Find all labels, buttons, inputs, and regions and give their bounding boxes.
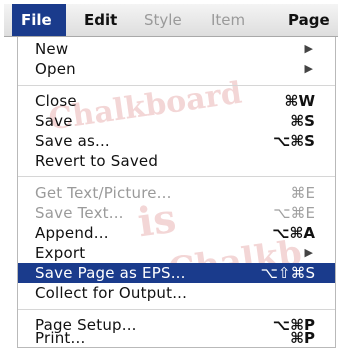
- menu-item-save-page-as-eps[interactable]: Save Page as EPS... ⌥⇧⌘S: [18, 263, 335, 283]
- menu-item-label: Save Page as EPS...: [35, 264, 186, 282]
- shortcut-label: ⌥⌘A: [272, 224, 315, 242]
- menu-item-get-text-picture: Get Text/Picture... ⌘E: [18, 183, 335, 203]
- menu-item-save[interactable]: Save ⌘S: [18, 111, 335, 131]
- submenu-arrow-icon: ▶: [304, 42, 313, 55]
- menu-item-new[interactable]: New ▶: [18, 39, 335, 59]
- menu-item-close[interactable]: Close ⌘W: [18, 91, 335, 111]
- menu-item-label: Append...: [35, 224, 109, 242]
- shortcut-label: ⌘E: [290, 184, 315, 202]
- menu-page[interactable]: Page: [288, 4, 330, 36]
- menu-separator: [18, 85, 335, 86]
- menu-item[interactable]: Item: [211, 4, 245, 36]
- menu-bar: File Edit Style Item Page: [4, 4, 338, 37]
- menu-item-label: Close: [35, 92, 77, 110]
- menu-separator: [18, 176, 335, 177]
- menu-item-label: Save Text...: [35, 204, 124, 222]
- submenu-arrow-icon: ▶: [304, 246, 313, 259]
- shortcut-label: ⌥⇧⌘S: [260, 264, 315, 282]
- menu-item-save-text: Save Text... ⌥⌘E: [18, 203, 335, 223]
- shortcut-label: ⌥⌘S: [272, 132, 315, 150]
- menu-item-collect-for-output[interactable]: Collect for Output...: [18, 283, 335, 303]
- menu-item-label: Save: [35, 112, 73, 130]
- menu-item-open[interactable]: Open ▶: [18, 59, 335, 79]
- menu-item-revert-to-saved[interactable]: Revert to Saved: [18, 151, 335, 171]
- menu-file[interactable]: File: [12, 4, 66, 36]
- shortcut-label: ⌘W: [284, 92, 315, 110]
- menu-separator: [18, 309, 335, 310]
- menu-item-append[interactable]: Append... ⌥⌘A: [18, 223, 335, 243]
- shortcut-label: ⌥⌘E: [273, 204, 315, 222]
- menu-item-label: Get Text/Picture...: [35, 184, 172, 202]
- menu-item-print[interactable]: Print... ⌘P: [18, 329, 335, 347]
- menu-item-label: Revert to Saved: [35, 152, 159, 170]
- menu-item-label: New: [35, 40, 69, 58]
- menu-item-label: Print...: [35, 329, 86, 347]
- menu-edit[interactable]: Edit: [84, 4, 117, 36]
- menu-item-label: Open: [35, 60, 76, 78]
- menu-item-export[interactable]: Export ▶: [18, 243, 335, 263]
- menu-item-label: Collect for Output...: [35, 284, 188, 302]
- menu-item-save-as[interactable]: Save as... ⌥⌘S: [18, 131, 335, 151]
- shortcut-label: ⌘S: [290, 112, 315, 130]
- shortcut-label: ⌘P: [290, 329, 315, 347]
- submenu-arrow-icon: ▶: [304, 62, 313, 75]
- screenshot-frame: File Edit Style Item Page Chalkboard is …: [0, 0, 342, 351]
- menu-item-label: Export: [35, 244, 86, 262]
- menu-item-label: Save as...: [35, 132, 110, 150]
- file-menu-dropdown: Chalkboard is Chalkb New ▶ Open ▶ Close …: [17, 37, 336, 348]
- menu-style[interactable]: Style: [144, 4, 182, 36]
